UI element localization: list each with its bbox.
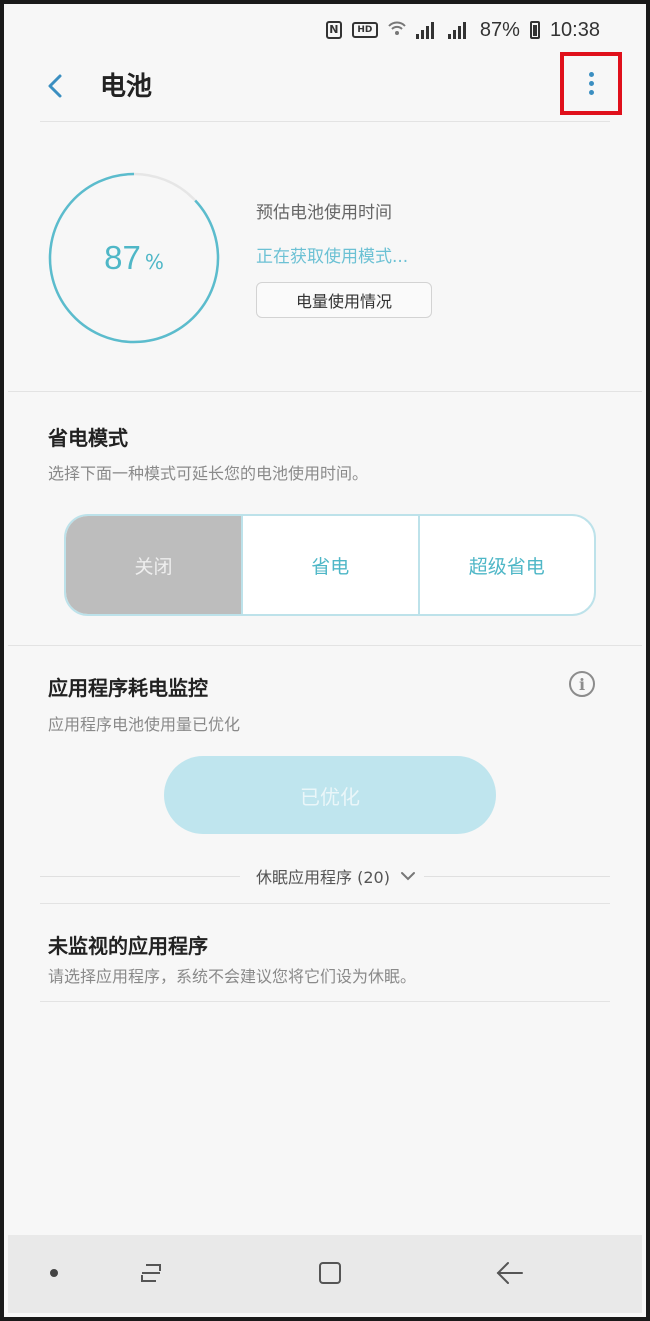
power-saving-description: 选择下面一种模式可延长您的电池使用时间。: [48, 464, 369, 483]
divider: [422, 876, 610, 877]
divider: [40, 1001, 610, 1002]
home-button[interactable]: [314, 1257, 346, 1293]
divider: [40, 121, 610, 122]
status-bar: N HD 87% 10:38: [8, 8, 642, 52]
more-vertical-icon: [588, 72, 594, 77]
power-mode-selector: 关闭 省电 超级省电: [64, 514, 596, 616]
sleeping-apps-toggle[interactable]: 休眠应用程序 (20): [248, 864, 424, 888]
app-bar: 电池: [8, 52, 642, 122]
estimated-time-label: 预估电池使用时间: [256, 203, 392, 223]
divider: [8, 391, 642, 392]
estimated-time-status: 正在获取使用模式...: [256, 247, 409, 267]
app-power-monitor-title: 应用程序耗电监控: [48, 676, 208, 700]
power-saving-title: 省电模式: [48, 426, 128, 450]
back-button[interactable]: [38, 68, 74, 104]
mode-off-button[interactable]: 关闭: [66, 516, 241, 614]
more-vertical-icon-dot: [588, 90, 594, 95]
back-icon: [496, 1262, 523, 1284]
signal-icon: [415, 21, 438, 39]
sleeping-apps-label: 休眠应用程序 (20): [256, 868, 390, 887]
clock: 10:38: [549, 18, 600, 41]
divider: [40, 903, 610, 904]
dot-icon[interactable]: [50, 1269, 58, 1277]
navigation-bar: [8, 1235, 642, 1313]
battery-usage-button[interactable]: 电量使用情况: [256, 282, 432, 318]
battery-level-number: 87: [104, 239, 141, 276]
unmonitored-apps-description: 请选择应用程序，系统不会建议您将它们设为休眠。: [48, 967, 417, 986]
recent-apps-icon: [141, 1264, 161, 1282]
home-icon: [319, 1262, 341, 1284]
recent-apps-button[interactable]: [136, 1257, 168, 1293]
signal-icon-2: [447, 21, 470, 39]
info-icon[interactable]: i: [569, 671, 595, 697]
phone-screen: N HD 87% 10:38 电池 87 % 预估电池使用时间 正在获取使用模式…: [0, 0, 650, 1321]
page-title: 电池: [100, 72, 153, 102]
battery-percent-text: 87%: [479, 18, 520, 41]
more-vertical-icon-dot: [588, 81, 594, 86]
mode-ultra-power-saving-button[interactable]: 超级省电: [417, 516, 595, 614]
app-power-monitor-description: 应用程序电池使用量已优化: [48, 715, 241, 734]
back-nav-button[interactable]: [492, 1257, 528, 1293]
mode-power-saving-button[interactable]: 省电: [241, 516, 418, 614]
sleeping-apps-row: 休眠应用程序 (20): [40, 862, 610, 892]
more-options-button[interactable]: [560, 52, 622, 115]
nfc-icon: N: [325, 21, 342, 39]
divider: [40, 876, 240, 877]
unmonitored-apps-item[interactable]: 未监视的应用程序 请选择应用程序，系统不会建议您将它们设为休眠。: [40, 916, 610, 1000]
chevron-left-icon: [48, 74, 62, 98]
battery-icon: [529, 21, 540, 39]
hd-icon: HD: [351, 22, 378, 38]
battery-level-sign: %: [144, 250, 164, 274]
optimized-button[interactable]: 已优化: [164, 756, 496, 834]
battery-level: 87 %: [48, 172, 220, 344]
unmonitored-apps-title: 未监视的应用程序: [48, 934, 208, 958]
divider: [8, 645, 642, 646]
chevron-down-icon: [400, 872, 415, 881]
wifi-icon: [388, 19, 406, 42]
